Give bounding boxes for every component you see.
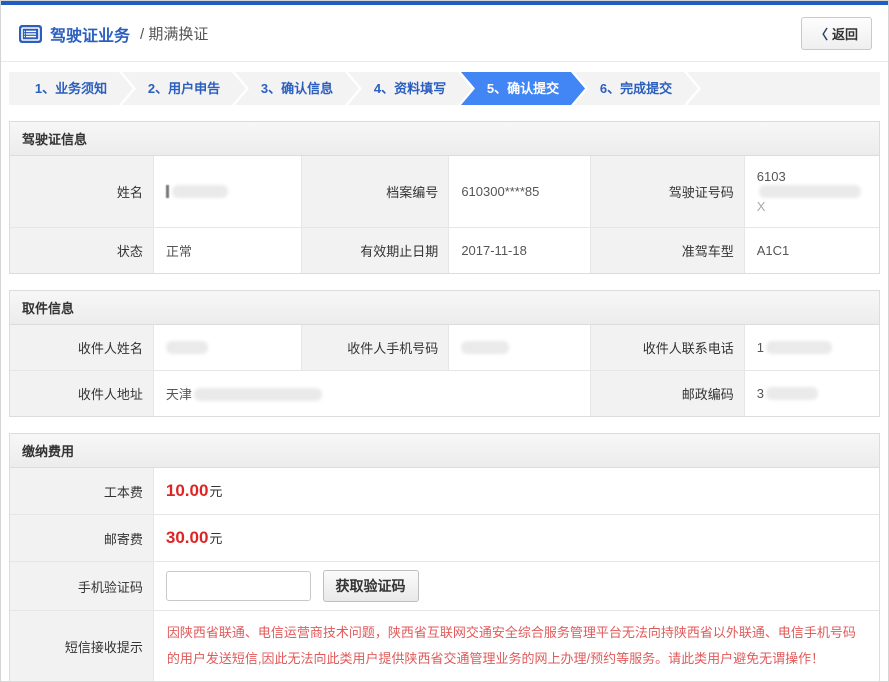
license-info-section: 驾驶证信息 姓名 档案编号 610300****85 驾驶证号码 6103 X 状… [9, 121, 880, 274]
license-number-prefix: 6103 [757, 169, 786, 184]
step-2-user-declaration[interactable]: 2、用户申告 [122, 72, 246, 105]
name-value [153, 156, 301, 228]
header-divider [1, 61, 888, 62]
table-row: 姓名 档案编号 610300****85 驾驶证号码 6103 X [10, 156, 879, 228]
redacted-name [172, 185, 228, 198]
step-bar-filler [687, 72, 880, 105]
sms-captcha-cell: 获取验证码 [153, 562, 879, 611]
payment-fees-section: 缴纳费用 工本费 10.00元 邮寄费 30.00元 手机验证码 获取验证码 短… [9, 433, 880, 682]
postal-code-value: 3 [744, 371, 879, 417]
payment-fees-section-title: 缴纳费用 [10, 434, 879, 468]
recipient-phone-value: 1 [744, 325, 879, 371]
step-navigation: 1、业务须知 2、用户申告 3、确认信息 4、资料填写 5、确认提交 6、完成提… [9, 72, 880, 105]
sms-captcha-label: 手机验证码 [10, 562, 153, 611]
recipient-name-value [153, 325, 301, 371]
step-5-confirm-submit-active[interactable]: 5、确认提交 [461, 72, 585, 105]
step-label: 4、资料填写 [374, 81, 446, 96]
redacted-recipient-name [166, 341, 208, 354]
postage-fee-amount: 30.00 [166, 528, 209, 547]
redacted-license-number [759, 185, 861, 198]
recipient-name-label: 收件人姓名 [10, 325, 153, 371]
postage-fee-label: 邮寄费 [10, 515, 153, 562]
license-service-icon [19, 25, 42, 43]
chevron-left-icon: 〈 [815, 24, 828, 43]
recipient-phone-label: 收件人联系电话 [590, 325, 744, 371]
recipient-mobile-value [449, 325, 591, 371]
back-button[interactable]: 〈 返回 [801, 17, 872, 50]
get-verification-code-button[interactable]: 获取验证码 [323, 570, 419, 602]
phone-prefix: 1 [757, 340, 764, 355]
table-row: 工本费 10.00元 [10, 468, 879, 515]
recipient-mobile-label: 收件人手机号码 [301, 325, 449, 371]
table-row: 收件人地址 天津 邮政编码 3 [10, 371, 879, 417]
recipient-address-label: 收件人地址 [10, 371, 153, 417]
vehicle-class-value: A1C1 [744, 228, 879, 274]
sms-notice-text: 因陕西省联通、电信运营商技术问题，陕西省互联网交通安全综合服务管理平台无法向持陕… [153, 611, 879, 682]
vehicle-class-label: 准驾车型 [590, 228, 744, 274]
redacted-phone [766, 341, 832, 354]
license-info-table: 姓名 档案编号 610300****85 驾驶证号码 6103 X 状态 正常 有… [10, 156, 879, 273]
production-fee-label: 工本费 [10, 468, 153, 515]
redacted-mobile [461, 341, 509, 354]
page: 驾驶证业务 / 期满换证 〈 返回 1、业务须知 2、用户申告 3、确认信息 4… [0, 0, 889, 682]
postal-code-label: 邮政编码 [590, 371, 744, 417]
step-4-fill-data[interactable]: 4、资料填写 [348, 72, 472, 105]
redacted-postal-code [766, 387, 818, 400]
currency-unit: 元 [209, 484, 222, 499]
redacted-fragment [166, 185, 169, 198]
table-row: 短信接收提示 因陕西省联通、电信运营商技术问题，陕西省互联网交通安全综合服务管理… [10, 611, 879, 682]
pickup-info-section: 取件信息 收件人姓名 收件人手机号码 收件人联系电话 1 收件人地址 天津 邮政… [9, 290, 880, 417]
pickup-info-section-title: 取件信息 [10, 291, 879, 325]
step-label: 1、业务须知 [35, 81, 107, 96]
step-label: 6、完成提交 [600, 81, 672, 96]
sms-notice-label: 短信接收提示 [10, 611, 153, 682]
license-number-value: 6103 X [744, 156, 879, 228]
title-group: 驾驶证业务 / 期满换证 [19, 22, 208, 46]
table-row: 状态 正常 有效期止日期 2017-11-18 准驾车型 A1C1 [10, 228, 879, 274]
file-number-label: 档案编号 [301, 156, 449, 228]
expiry-date-label: 有效期止日期 [301, 228, 449, 274]
table-row: 手机验证码 获取验证码 [10, 562, 879, 611]
production-fee-amount: 10.00 [166, 481, 209, 500]
currency-unit: 元 [209, 531, 222, 546]
recipient-address-value: 天津 [153, 371, 590, 417]
step-label: 2、用户申告 [148, 81, 220, 96]
step-label: 3、确认信息 [261, 81, 333, 96]
license-number-suffix: X [757, 199, 766, 214]
step-6-complete-submit[interactable]: 6、完成提交 [574, 72, 698, 105]
file-number-value: 610300****85 [449, 156, 591, 228]
payment-fees-table: 工本费 10.00元 邮寄费 30.00元 手机验证码 获取验证码 短信接收提示… [10, 468, 879, 681]
address-prefix: 天津 [166, 387, 192, 402]
page-header: 驾驶证业务 / 期满换证 〈 返回 [1, 5, 888, 61]
postage-fee-value: 30.00元 [153, 515, 879, 562]
postal-prefix: 3 [757, 386, 764, 401]
step-label: 5、确认提交 [487, 81, 559, 96]
pickup-info-table: 收件人姓名 收件人手机号码 收件人联系电话 1 收件人地址 天津 邮政编码 3 [10, 325, 879, 416]
expiry-date-value: 2017-11-18 [449, 228, 591, 274]
license-info-section-title: 驾驶证信息 [10, 122, 879, 156]
production-fee-value: 10.00元 [153, 468, 879, 515]
status-value: 正常 [153, 228, 301, 274]
back-button-label: 返回 [832, 24, 858, 43]
page-title: 驾驶证业务 [50, 22, 130, 46]
status-label: 状态 [10, 228, 153, 274]
redacted-address [194, 388, 322, 401]
breadcrumb: / 期满换证 [140, 23, 208, 44]
table-row: 邮寄费 30.00元 [10, 515, 879, 562]
sms-captcha-input[interactable] [166, 571, 311, 601]
table-row: 收件人姓名 收件人手机号码 收件人联系电话 1 [10, 325, 879, 371]
step-3-confirm-info[interactable]: 3、确认信息 [235, 72, 359, 105]
name-label: 姓名 [10, 156, 153, 228]
license-number-label: 驾驶证号码 [590, 156, 744, 228]
step-1-business-notice[interactable]: 1、业务须知 [9, 72, 133, 105]
